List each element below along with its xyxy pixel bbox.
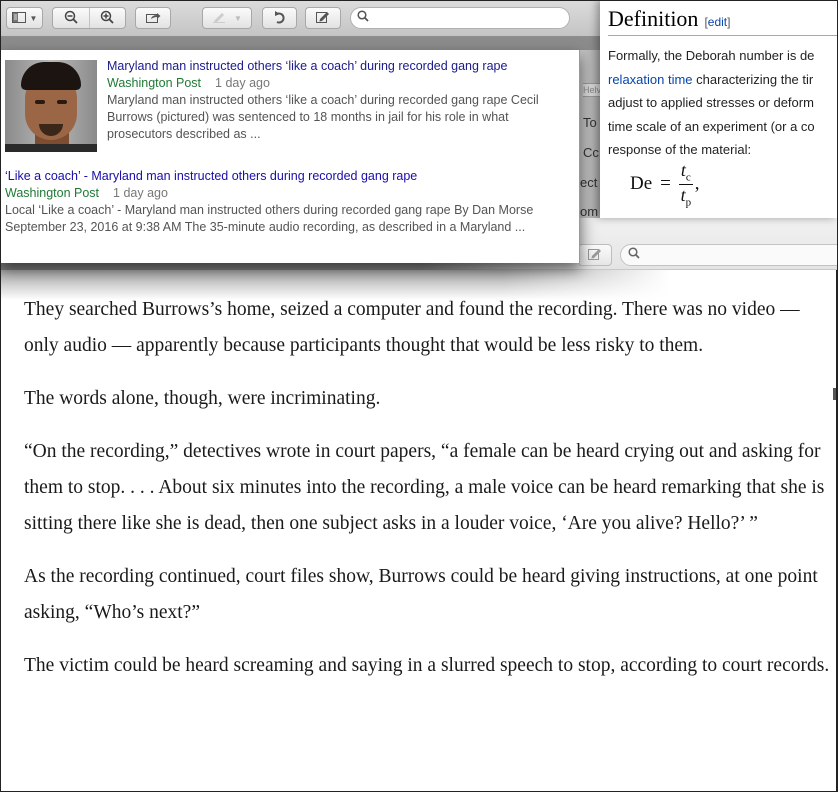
article-paragraph: “On the recording,” detectives wrote in … (24, 441, 825, 534)
definition-text: Formally, the Deborah number is de relax… (608, 44, 838, 162)
mail-window-slice: Helv To Cc ect om (580, 50, 600, 220)
search-icon (357, 9, 369, 27)
annotate-button[interactable] (578, 244, 612, 266)
zoom-button-group (52, 7, 126, 29)
news-time: 1 day ago (215, 76, 270, 90)
highlight-button[interactable]: ▼ (202, 7, 252, 29)
section-heading: Definition [edit] (608, 6, 838, 36)
article-paragraph: As the recording continued, court files … (24, 566, 818, 623)
annotate-icon (588, 247, 602, 263)
share-icon (145, 11, 161, 26)
article-paragraph: The victim could be heard screaming and … (24, 655, 830, 676)
text-line: time scale of an experiment (or a co (608, 118, 815, 134)
section-title: Definition (608, 6, 699, 31)
sidebar-toggle-button[interactable]: ▼ (6, 7, 43, 29)
zoom-in-icon (100, 10, 115, 27)
article-paragraph: They searched Burrows’s home, seized a c… (24, 299, 800, 356)
formula-denominator: tp (680, 184, 692, 209)
news-results-popup: Maryland man instructed others ‘like a c… (0, 50, 580, 263)
relaxation-time-link[interactable]: relaxation time (608, 72, 693, 87)
formula-equals: = (660, 173, 671, 195)
preview-toolbar: ▼ ▼ (0, 0, 600, 37)
formula-lhs: De (630, 173, 653, 195)
scrollbar-thumb[interactable] (833, 388, 836, 400)
text-line: relaxation time characterizing the tir (608, 68, 838, 92)
text-line: Formally, the Deborah number is de (608, 48, 815, 63)
search-field[interactable] (350, 7, 570, 29)
news-time: 1 day ago (113, 186, 168, 200)
news-result: Maryland man instructed others ‘like a c… (107, 58, 577, 143)
chevron-down-icon: ▼ (234, 13, 242, 23)
formula-comma: , (694, 173, 700, 195)
news-thumbnail-image[interactable] (5, 60, 97, 152)
rotate-icon (274, 10, 286, 27)
formula-fraction: tc tp (678, 160, 693, 209)
chevron-down-icon: ▼ (29, 13, 38, 23)
subject-label: ect (580, 175, 598, 190)
annotate-icon (316, 10, 330, 26)
text-line: response of the material: (608, 142, 752, 157)
news-title-link[interactable]: Maryland man instructed others ‘like a c… (107, 58, 577, 75)
formula-numerator: tc (678, 160, 693, 185)
font-selector[interactable]: Helv (583, 83, 600, 97)
to-label: To (583, 115, 597, 130)
zoom-out-icon (64, 10, 78, 27)
news-title-link[interactable]: ‘Like a coach’ - Maryland man instructed… (5, 168, 575, 185)
wikipedia-panel: Definition [edit] Formally, the Deborah n… (600, 0, 838, 218)
article-paragraph: The words alone, though, were incriminat… (24, 388, 381, 409)
article-body: They searched Burrows’s home, seized a c… (0, 270, 838, 792)
article-text: They searched Burrows’s home, seized a c… (24, 292, 834, 701)
rotate-button[interactable] (262, 7, 297, 29)
zoom-out-button[interactable] (53, 8, 89, 28)
from-label: om (580, 204, 599, 219)
search-input[interactable] (369, 9, 569, 27)
toolbar-separator (0, 37, 600, 50)
text-fragment: characterizing the tir (696, 71, 814, 87)
edit-link-wrapper: [edit] (704, 15, 731, 29)
search-input[interactable] (640, 248, 838, 262)
search-field[interactable] (620, 244, 838, 266)
sidebar-icon (11, 11, 26, 26)
annotate-button[interactable] (305, 7, 341, 29)
news-snippet: Maryland man instructed others ‘like a c… (107, 93, 539, 141)
deborah-formula: De = tc tp , (630, 160, 700, 208)
cc-label: Cc (583, 145, 599, 160)
window-shadow (0, 270, 838, 300)
search-icon (628, 246, 640, 264)
text-line: adjust to applied stresses or deform (608, 95, 814, 110)
zoom-in-button[interactable] (88, 8, 125, 28)
share-button[interactable] (135, 7, 171, 29)
news-source: Washington Post (5, 186, 100, 200)
news-result: ‘Like a coach’ - Maryland man instructed… (5, 168, 575, 236)
highlight-pen-icon (212, 11, 226, 26)
news-snippet: Local ‘Like a coach’ - Maryland man inst… (5, 203, 534, 234)
edit-link[interactable]: edit (708, 15, 727, 29)
news-source: Washington Post (107, 76, 202, 90)
